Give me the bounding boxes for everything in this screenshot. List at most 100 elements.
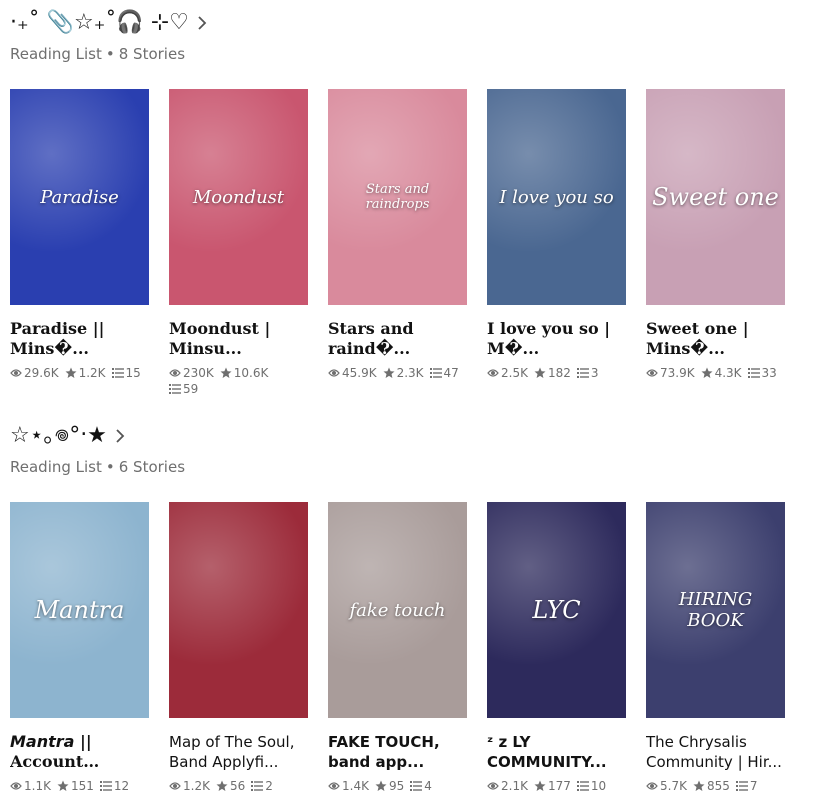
story-card[interactable]: Moondust Moondust | Minsu... 230K 10.6K … (169, 89, 308, 397)
votes-stat: 151 (57, 778, 94, 794)
reads-count: 230K (183, 366, 214, 380)
list-icon (99, 781, 112, 791)
star-icon (534, 780, 546, 791)
cover-title-text: LYC (532, 596, 581, 624)
story-card[interactable]: Mantra 𝙈𝙖𝙣𝙩𝙧𝙖 || Account ratin... 1.1K 1… (10, 502, 149, 794)
parts-stat: 15 (111, 365, 141, 381)
list-icon (735, 781, 748, 791)
reads-stat: 1.4K (328, 778, 369, 794)
story-cover[interactable]: Mantra (10, 502, 149, 718)
list-icon (747, 368, 760, 378)
story-stats: 5.7K 855 7 (646, 778, 785, 794)
cover-title-text: Stars and raindrops (365, 182, 430, 212)
votes-count: 1.2K (78, 366, 106, 380)
reads-count: 2.1K (501, 779, 528, 793)
story-card[interactable]: Stars and raindrops Stars and raind�... … (328, 89, 467, 397)
story-stats: 1.2K 56 2 (169, 778, 308, 794)
parts-count: 10 (590, 779, 607, 793)
story-cover[interactable]: LYC (487, 502, 626, 718)
story-card[interactable]: HIRING BOOK The Chrysalis Community | Hi… (646, 502, 785, 794)
story-cover[interactable] (169, 502, 308, 718)
story-title[interactable]: Moondust | Minsu... (169, 319, 308, 359)
votes-count: 177 (547, 779, 571, 793)
votes-count: 10.6K (233, 366, 269, 380)
story-title[interactable]: Stars and raind�... (328, 319, 467, 359)
star-icon (216, 780, 228, 791)
cover-title-text: HIRING BOOK (678, 589, 753, 631)
reading-list-meta: Reading List • 8 Stories (10, 45, 186, 63)
reads-stat: 73.9K (646, 365, 695, 381)
list-icon (169, 384, 181, 394)
story-title[interactable]: The Chrysalis Community | Hir... (646, 732, 785, 772)
story-title[interactable]: 𝙈𝙖𝙣𝙩𝙧𝙖 || Account ratin... (10, 732, 149, 772)
parts-stat: 7 (735, 778, 758, 794)
story-title[interactable]: I love you so | M�... (487, 319, 626, 359)
star-icon (220, 367, 232, 378)
story-stats: 230K 10.6K 59 (169, 365, 308, 397)
votes-count: 855 (706, 779, 730, 793)
star-icon (65, 367, 77, 378)
votes-stat: 1.2K (65, 365, 106, 381)
story-cover[interactable]: I love you so (487, 89, 626, 305)
votes-count: 2.3K (396, 366, 424, 380)
story-stats: 1.1K 151 12 (10, 778, 149, 794)
list-icon (576, 781, 589, 791)
cover-title-text: I love you so (499, 186, 614, 208)
parts-count: 4 (424, 779, 432, 793)
reading-list-section: ·₊˚ 📎☆₊˚🎧 ⊹♡ Reading List • 8 Stories (10, 10, 810, 65)
chevron-right-icon (116, 429, 125, 443)
parts-count: 3 (590, 366, 599, 380)
story-cover[interactable]: fake touch (328, 502, 467, 718)
star-icon (57, 780, 69, 791)
eye-icon (487, 782, 499, 790)
reads-stat: 2.5K (487, 365, 528, 381)
story-cover[interactable]: HIRING BOOK (646, 502, 785, 718)
story-title[interactable]: FAKE TOUCH, band app... (328, 732, 467, 772)
story-card[interactable]: fake touch FAKE TOUCH, band app... 1.4K … (328, 502, 467, 794)
story-card[interactable]: I love you so I love you so | M�... 2.5K… (487, 89, 626, 397)
reads-count: 45.9K (342, 366, 377, 380)
cover-title-text: Sweet one (652, 183, 779, 211)
story-card[interactable]: LYC ᶻ z LY COMMUNITY... 2.1K 177 10 (487, 502, 626, 794)
story-card[interactable]: Sweet one Sweet one | Mins�... 73.9K 4.3… (646, 89, 785, 397)
reads-stat: 1.2K (169, 778, 210, 794)
story-card[interactable]: Map of The Soul, Band Applyfi... 1.2K 56… (169, 502, 308, 794)
star-icon (701, 367, 713, 378)
star-icon (534, 367, 546, 378)
reads-stat: 1.1K (10, 778, 51, 794)
eye-icon (487, 369, 499, 377)
eye-icon (646, 369, 658, 377)
star-icon (375, 780, 387, 791)
eye-icon (328, 782, 340, 790)
reads-count: 29.6K (24, 366, 59, 380)
story-title[interactable]: Paradise || Mins�... (10, 319, 149, 359)
reads-stat: 5.7K (646, 778, 687, 794)
reading-list-title-link[interactable]: ·₊˚ 📎☆₊˚🎧 ⊹♡ (10, 10, 810, 36)
reading-list-title-link[interactable]: ☆⋆｡𖦹°‧★ (10, 423, 810, 449)
reading-list-label: Reading List (10, 45, 102, 63)
story-cover[interactable]: Moondust (169, 89, 308, 305)
story-stats: 29.6K 1.2K 15 (10, 365, 149, 381)
story-stats: 45.9K 2.3K 47 (328, 365, 467, 381)
story-title[interactable]: Sweet one | Mins�... (646, 319, 785, 359)
list-icon (251, 781, 264, 791)
parts-stat: 59 (169, 381, 198, 397)
reads-stat: 29.6K (10, 365, 59, 381)
eye-icon (10, 782, 22, 790)
eye-icon (169, 782, 181, 790)
votes-stat: 2.3K (383, 365, 424, 381)
story-cover[interactable]: Paradise (10, 89, 149, 305)
parts-count: 59 (183, 382, 199, 396)
reading-list-title: ☆⋆｡𖦹°‧★ (10, 423, 107, 448)
story-title[interactable]: ᶻ z LY COMMUNITY... (487, 732, 626, 772)
story-cover[interactable]: Sweet one (646, 89, 785, 305)
votes-stat: 4.3K (701, 365, 742, 381)
list-icon (410, 781, 423, 791)
votes-count: 182 (547, 366, 571, 380)
story-cover[interactable]: Stars and raindrops (328, 89, 467, 305)
reading-list-label: Reading List (10, 458, 102, 476)
story-carousel: Paradise Paradise || Mins�... 29.6K 1.2K… (10, 89, 805, 397)
parts-count: 2 (265, 779, 273, 793)
story-card[interactable]: Paradise Paradise || Mins�... 29.6K 1.2K… (10, 89, 149, 397)
story-title[interactable]: Map of The Soul, Band Applyfi... (169, 732, 308, 772)
